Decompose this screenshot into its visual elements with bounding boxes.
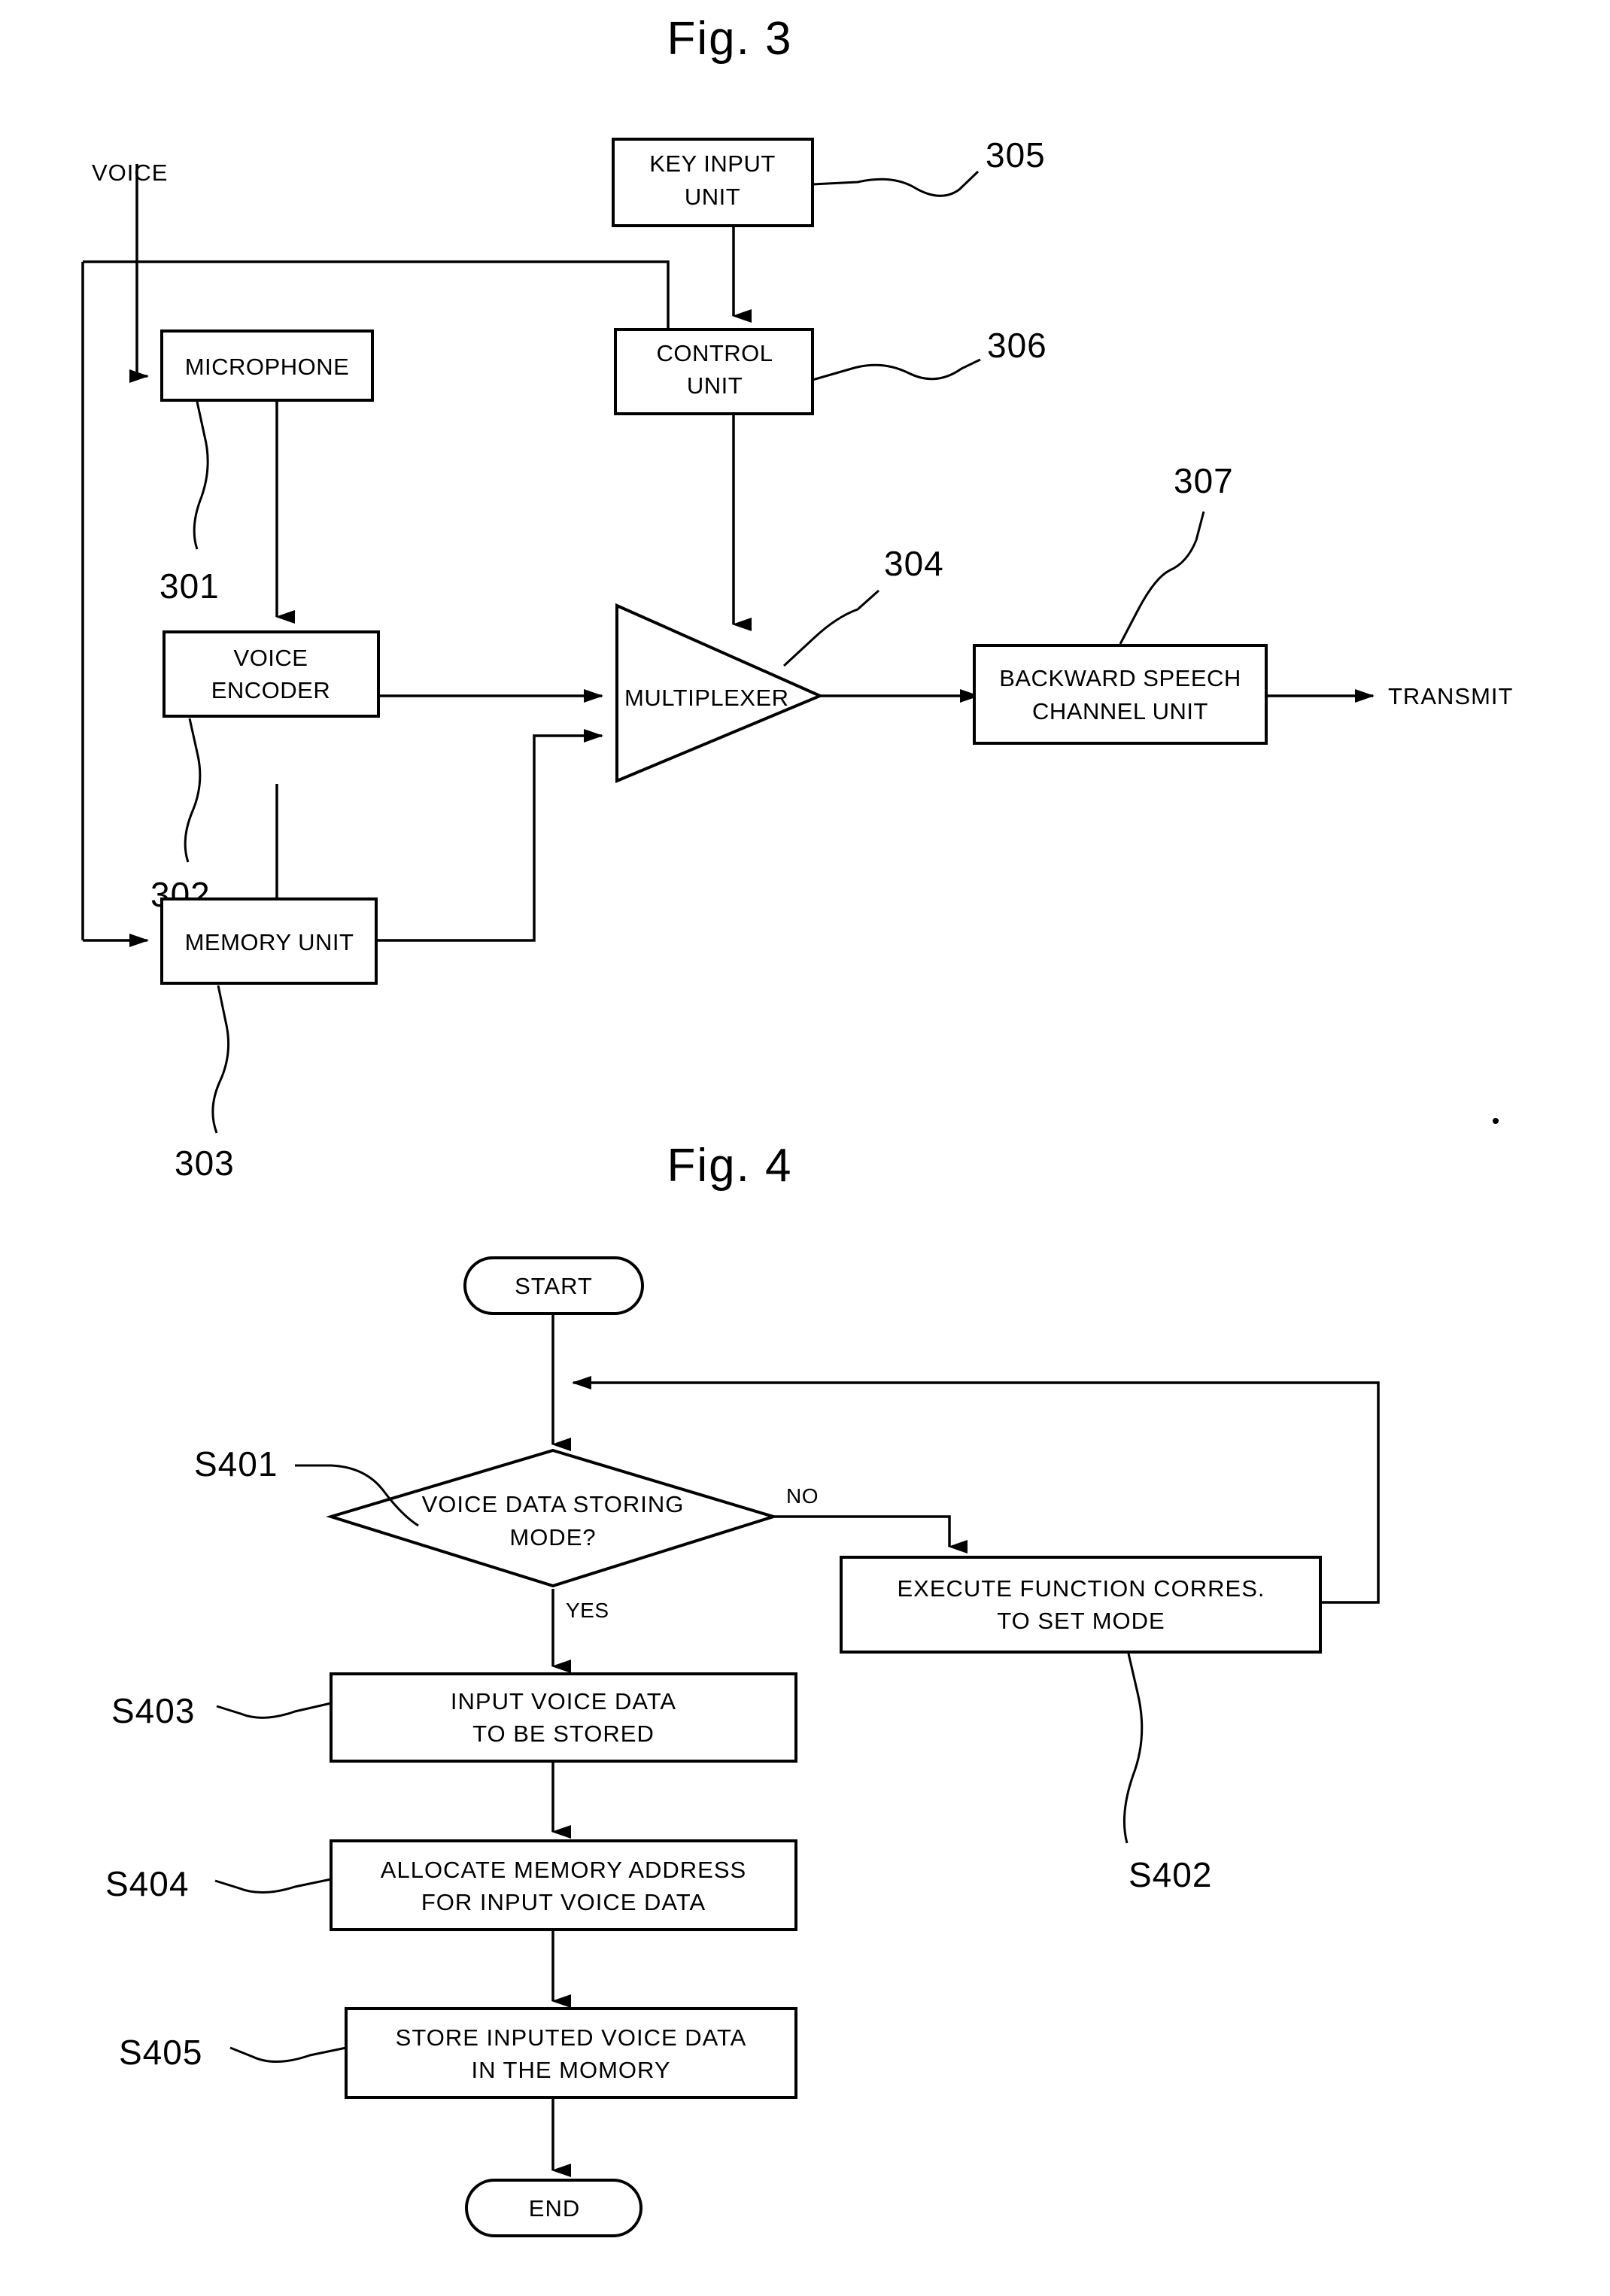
ref-number-S402: S402 <box>1129 1855 1212 1894</box>
block-multiplexer-label-1: MULTIPLEXER <box>624 685 789 711</box>
leader-305 <box>812 170 980 197</box>
node-input-voice-data <box>330 1672 797 1763</box>
leader-S402 <box>1122 1653 1144 1844</box>
node-store-voice-data-label-1: STORE INPUTED VOICE DATA <box>396 2024 747 2051</box>
node-decision-label-2: MODE? <box>509 1524 596 1550</box>
node-end-label: END <box>529 2195 580 2222</box>
node-execute-function <box>840 1556 1322 1654</box>
patent-drawing-sheet: KEY INPUT UNIT 305 MICROPHONE 301 CONTRO… <box>0 0 1610 2296</box>
ref-number-303: 303 <box>175 1143 235 1183</box>
node-store-voice-data <box>345 2007 797 2099</box>
leader-302 <box>184 718 202 863</box>
label-transmit-output: TRANSMIT <box>1388 683 1513 709</box>
block-key-input-unit-label-1: KEY INPUT <box>649 150 776 177</box>
ref-number-S401: S401 <box>194 1444 278 1484</box>
node-allocate-memory-label-1: ALLOCATE MEMORY ADDRESS <box>381 1857 746 1883</box>
block-backward-speech-channel-unit <box>973 644 1268 745</box>
ref-number-306: 306 <box>987 326 1047 365</box>
node-input-voice-data-label-2: TO BE STORED <box>472 1720 655 1747</box>
leader-S403 <box>216 1702 332 1719</box>
fig3-wire-memory-to-multiplexer <box>378 729 603 942</box>
block-control-unit-label-2: UNIT <box>687 372 743 399</box>
leader-301 <box>193 401 209 550</box>
node-input-voice-data-label-1: INPUT VOICE DATA <box>451 1688 676 1714</box>
ref-number-S404: S404 <box>105 1864 189 1903</box>
block-voice-encoder-label-2: ENCODER <box>211 677 331 703</box>
node-store-voice-data-label-2: IN THE MOMORY <box>471 2057 670 2083</box>
node-execute-function-label-2: TO SET MODE <box>997 1608 1165 1634</box>
figure-3-title: Fig. 3 <box>667 13 792 65</box>
ref-number-301: 301 <box>159 566 220 606</box>
block-control-unit-label-1: CONTROL <box>656 340 773 366</box>
leader-307 <box>1119 511 1205 645</box>
node-allocate-memory-address <box>330 1839 797 1931</box>
block-backward-speech-label-1: BACKWARD SPEECH <box>999 665 1241 691</box>
node-decision-label-1: VOICE DATA STORING <box>422 1491 685 1517</box>
leader-304 <box>782 589 879 667</box>
leader-303 <box>211 985 230 1134</box>
node-start-label: START <box>515 1273 593 1299</box>
node-decision-voice-data-storing-mode <box>326 1448 779 1588</box>
node-allocate-memory-label-2: FOR INPUT VOICE DATA <box>421 1889 706 1915</box>
leader-306 <box>812 358 981 381</box>
ref-number-305: 305 <box>986 135 1046 175</box>
ref-number-304: 304 <box>884 544 944 583</box>
block-memory-unit-label-1: MEMORY UNIT <box>185 929 354 955</box>
figure-4-title: Fig. 4 <box>667 1140 792 1192</box>
node-execute-function-label-1: EXECUTE FUNCTION CORRES. <box>897 1575 1265 1602</box>
leader-S405 <box>229 2046 347 2064</box>
block-microphone-label-1: MICROPHONE <box>185 354 350 380</box>
leader-S404 <box>214 1878 332 1894</box>
fig4-wire-no-branch <box>773 1515 968 1553</box>
drawing-canvas: KEY INPUT UNIT 305 MICROPHONE 301 CONTRO… <box>81 13 1513 2237</box>
ref-number-307: 307 <box>1174 461 1234 500</box>
fig3-wire-voice-to-microphone <box>129 164 149 383</box>
block-voice-encoder-label-1: VOICE <box>234 645 308 671</box>
block-key-input-unit-label-2: UNIT <box>685 184 740 210</box>
ref-number-S403: S403 <box>111 1691 195 1730</box>
branch-label-yes: YES <box>566 1599 609 1622</box>
branch-label-no: NO <box>786 1484 819 1508</box>
page-artifact-dot <box>1493 1118 1499 1124</box>
label-voice-input: VOICE <box>92 159 168 186</box>
ref-number-S405: S405 <box>119 2033 202 2072</box>
block-backward-speech-label-2: CHANNEL UNIT <box>1032 698 1208 724</box>
